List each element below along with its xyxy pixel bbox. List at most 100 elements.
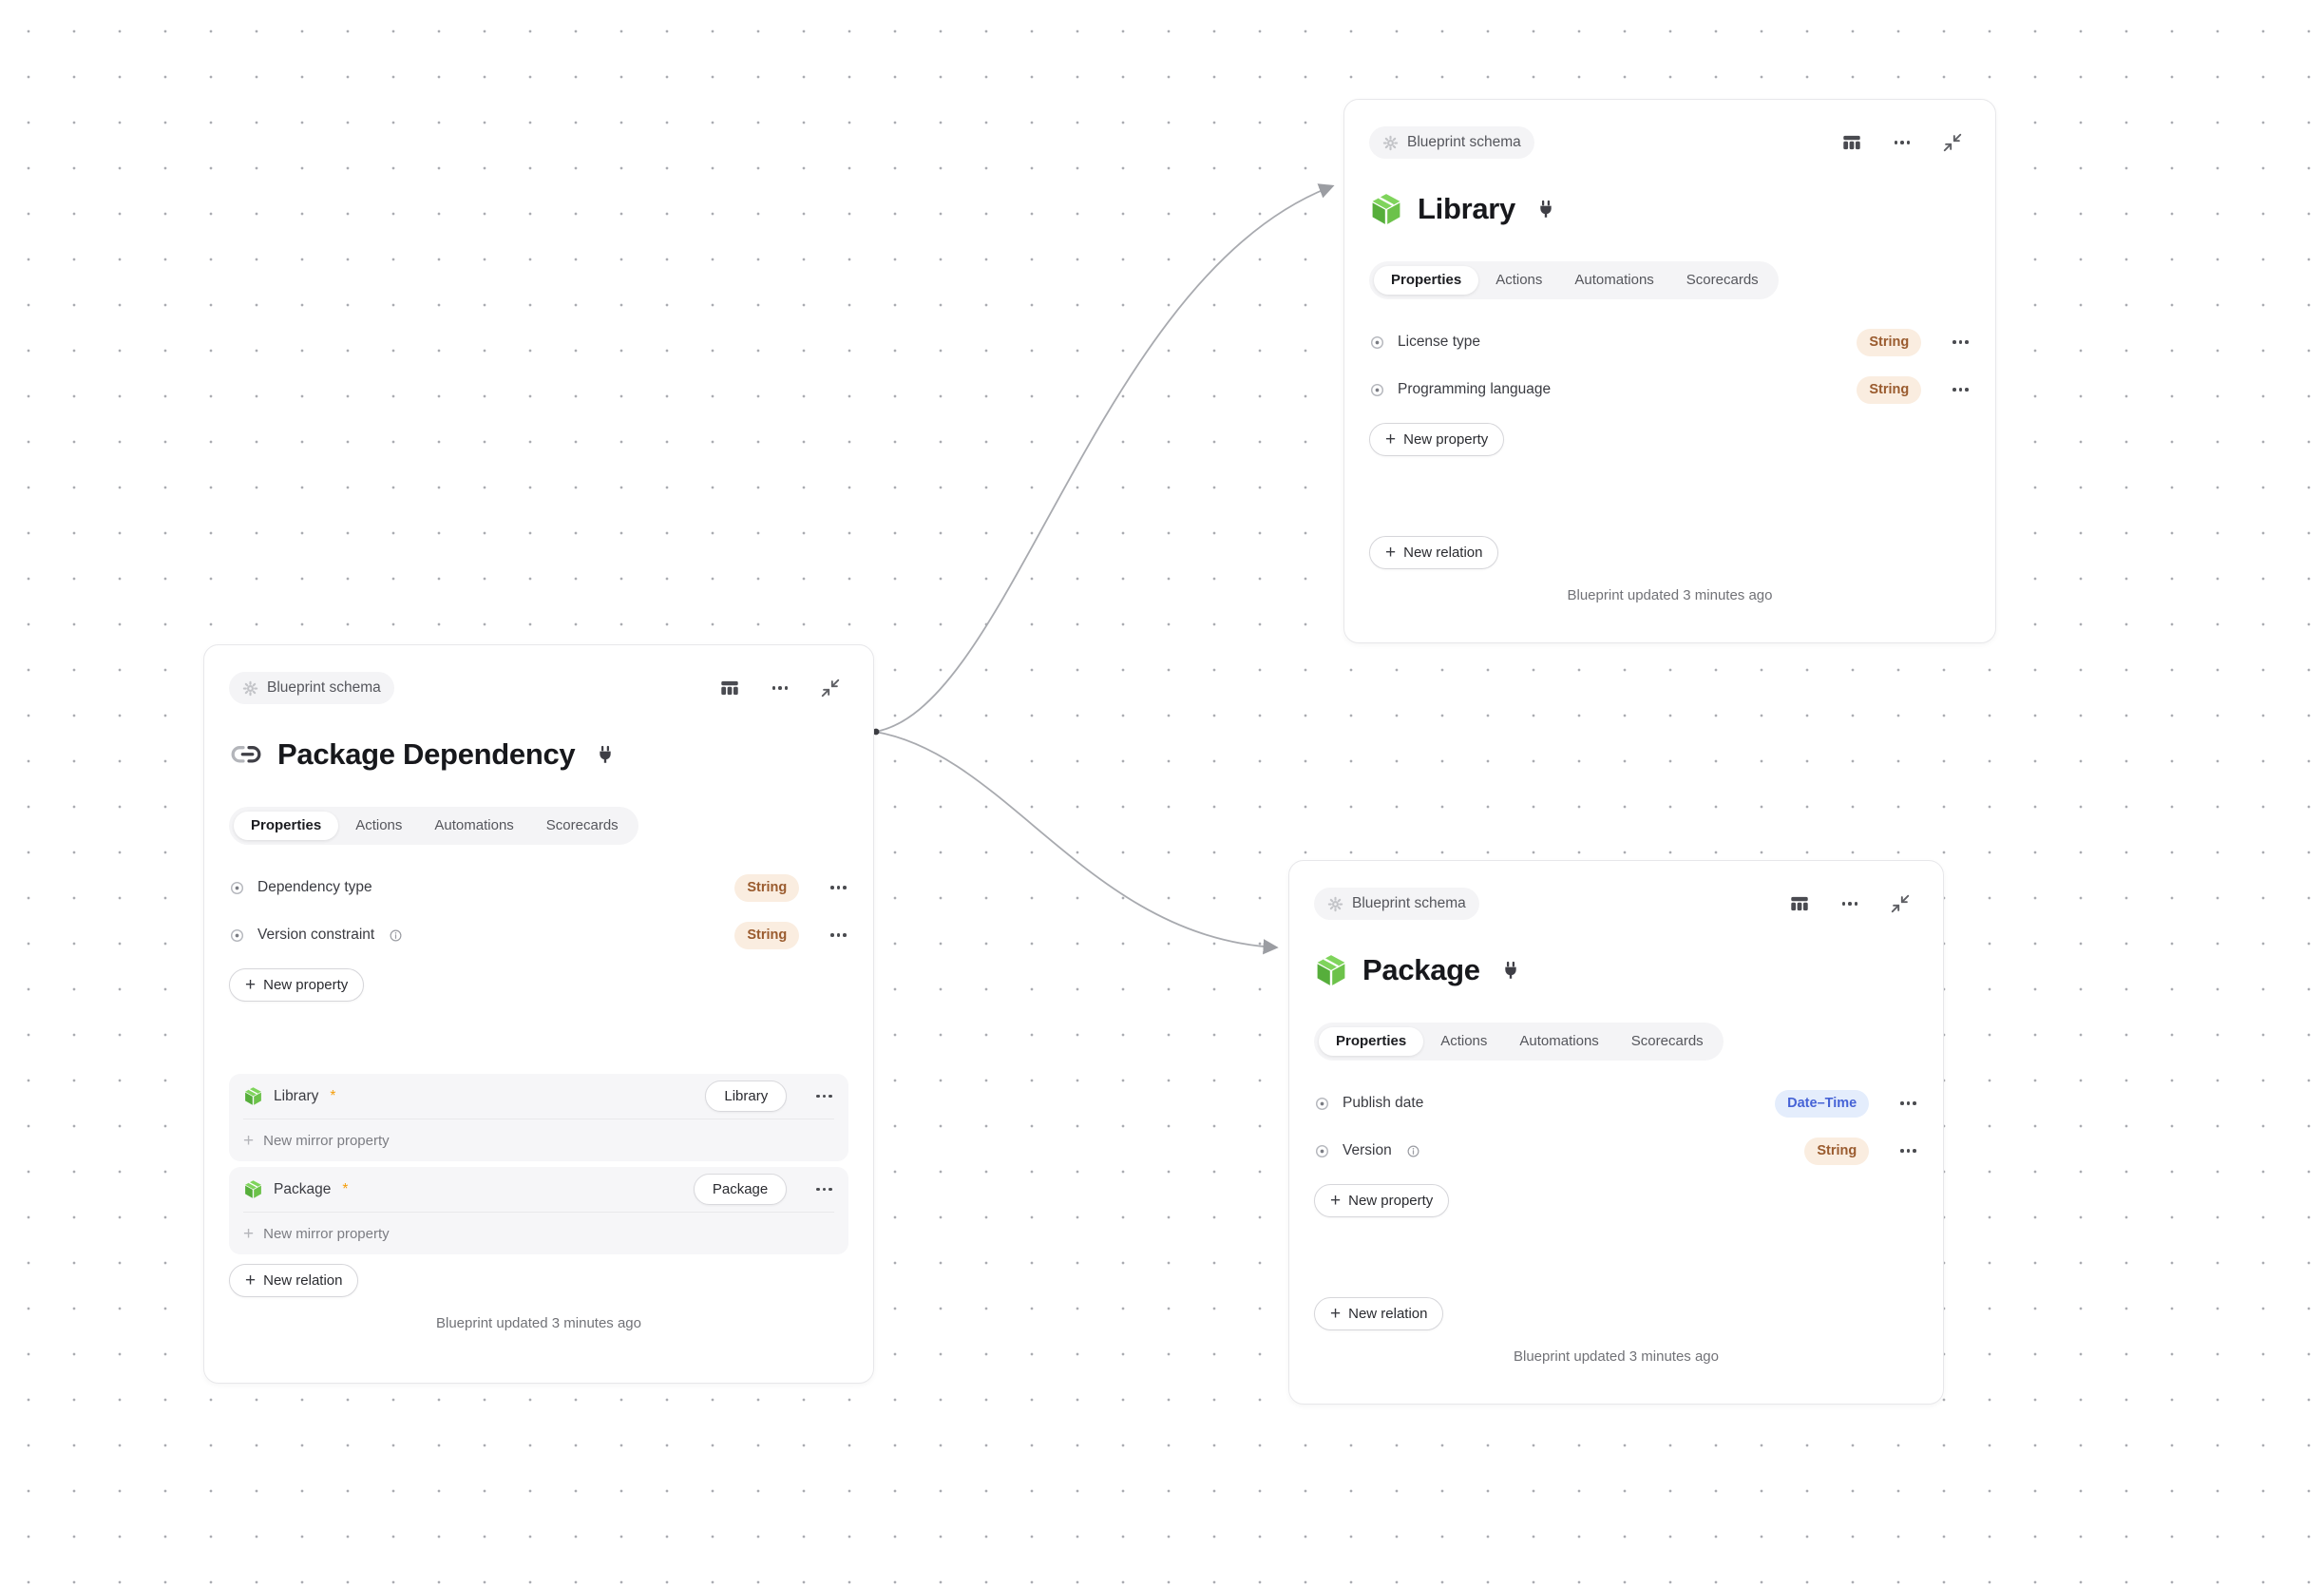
tabs: Properties Actions Automations Scorecard… xyxy=(1369,261,1779,299)
gear-icon xyxy=(1327,896,1343,912)
plus-icon: + xyxy=(243,1225,254,1243)
card-title: Package xyxy=(1362,953,1480,987)
plug-icon[interactable] xyxy=(1535,199,1556,220)
package-icon xyxy=(1314,953,1348,987)
edge-dependency-to-library[interactable] xyxy=(875,186,1332,732)
property-icon xyxy=(1369,382,1385,398)
tab-automations[interactable]: Automations xyxy=(1504,1027,1613,1056)
package-icon xyxy=(243,1086,263,1106)
blueprint-schema-label: Blueprint schema xyxy=(267,679,381,697)
property-row-dependency-type[interactable]: Dependency type String xyxy=(229,864,848,911)
type-badge: Date–Time xyxy=(1775,1090,1869,1118)
plug-icon[interactable] xyxy=(595,744,616,765)
relation-target-button[interactable]: Library xyxy=(705,1080,787,1112)
package-icon xyxy=(1369,192,1403,226)
property-row-version-constraint[interactable]: Version constraint String xyxy=(229,911,848,959)
tab-scorecards[interactable]: Scorecards xyxy=(1616,1027,1719,1056)
card-header: Blueprint schema xyxy=(1314,888,1918,920)
property-icon xyxy=(1314,1096,1330,1112)
tabs: Properties Actions Automations Scorecard… xyxy=(229,807,638,845)
property-row-version[interactable]: Version String xyxy=(1314,1127,1918,1175)
property-menu-icon[interactable] xyxy=(1953,388,1969,392)
gear-icon xyxy=(242,680,258,697)
tab-scorecards[interactable]: Scorecards xyxy=(1671,266,1774,295)
blueprint-card-package[interactable]: Blueprint schema Package Properties Acti… xyxy=(1288,860,1944,1405)
tab-automations[interactable]: Automations xyxy=(419,812,528,840)
property-menu-icon[interactable] xyxy=(1953,340,1969,344)
card-header: Blueprint schema xyxy=(1369,126,1971,159)
property-icon xyxy=(229,927,245,944)
edge-dependency-to-package[interactable] xyxy=(875,732,1276,947)
new-relation-button[interactable]: + New relation xyxy=(1369,536,1498,569)
new-mirror-property-button[interactable]: + New mirror property xyxy=(243,1213,834,1254)
plus-icon: + xyxy=(245,1272,256,1290)
tab-actions[interactable]: Actions xyxy=(340,812,417,840)
property-menu-icon[interactable] xyxy=(830,886,847,889)
plus-icon: + xyxy=(1385,430,1396,449)
property-row-programming-language[interactable]: Programming language String xyxy=(1369,366,1971,413)
new-property-button[interactable]: + New property xyxy=(1369,423,1504,456)
blueprint-updated-text: Blueprint updated 3 minutes ago xyxy=(229,1315,848,1331)
relation-block-package: Package * Package + New mirror property xyxy=(229,1167,848,1254)
package-icon xyxy=(243,1179,263,1199)
tab-properties[interactable]: Properties xyxy=(234,812,338,840)
plus-icon: + xyxy=(245,976,256,994)
plus-icon: + xyxy=(1330,1305,1341,1323)
card-header: Blueprint schema xyxy=(229,672,848,704)
relation-menu-icon[interactable] xyxy=(816,1188,832,1192)
more-menu-icon[interactable] xyxy=(1839,893,1860,914)
new-property-button[interactable]: + New property xyxy=(229,968,364,1002)
plus-icon: + xyxy=(243,1132,254,1150)
property-menu-icon[interactable] xyxy=(1900,1149,1916,1153)
new-property-button[interactable]: + New property xyxy=(1314,1184,1449,1217)
required-star: * xyxy=(330,1088,335,1105)
new-mirror-property-button[interactable]: + New mirror property xyxy=(243,1119,834,1161)
blueprint-card-package-dependency[interactable]: Blueprint schema Package Dependency Prop… xyxy=(203,644,874,1384)
collapse-icon[interactable] xyxy=(1890,893,1911,914)
new-relation-button[interactable]: + New relation xyxy=(229,1264,358,1297)
property-icon xyxy=(1314,1143,1330,1159)
relation-row[interactable]: Package * Package xyxy=(243,1167,834,1212)
collapse-icon[interactable] xyxy=(1942,132,1963,153)
plug-icon[interactable] xyxy=(1500,960,1521,981)
tab-properties[interactable]: Properties xyxy=(1319,1027,1423,1056)
relation-target-button[interactable]: Package xyxy=(694,1174,787,1205)
relation-row[interactable]: Library * Library xyxy=(243,1074,834,1119)
property-icon xyxy=(1369,335,1385,351)
property-row-publish-date[interactable]: Publish date Date–Time xyxy=(1314,1080,1918,1127)
new-relation-button[interactable]: + New relation xyxy=(1314,1297,1443,1330)
required-star: * xyxy=(342,1181,348,1198)
gear-icon xyxy=(1382,135,1399,151)
link-icon xyxy=(229,737,263,772)
tab-properties[interactable]: Properties xyxy=(1374,266,1478,295)
collapse-icon[interactable] xyxy=(820,678,841,698)
tab-actions[interactable]: Actions xyxy=(1425,1027,1502,1056)
relation-block-library: Library * Library + New mirror property xyxy=(229,1074,848,1161)
more-menu-icon[interactable] xyxy=(1892,132,1913,153)
blueprint-updated-text: Blueprint updated 3 minutes ago xyxy=(1369,587,1971,603)
info-icon xyxy=(1406,1144,1420,1158)
property-row-license-type[interactable]: License type String xyxy=(1369,318,1971,366)
plus-icon: + xyxy=(1385,544,1396,562)
blueprint-schema-label: Blueprint schema xyxy=(1352,895,1466,912)
blueprint-schema-badge: Blueprint schema xyxy=(1369,126,1534,159)
table-view-icon[interactable] xyxy=(1841,132,1862,153)
blueprint-schema-label: Blueprint schema xyxy=(1407,134,1521,151)
relation-menu-icon[interactable] xyxy=(816,1095,832,1099)
blueprint-schema-badge: Blueprint schema xyxy=(1314,888,1479,920)
tabs: Properties Actions Automations Scorecard… xyxy=(1314,1023,1724,1061)
more-menu-icon[interactable] xyxy=(770,678,791,698)
tab-actions[interactable]: Actions xyxy=(1480,266,1557,295)
table-view-icon[interactable] xyxy=(719,678,740,698)
type-badge: String xyxy=(1804,1138,1869,1165)
blueprint-updated-text: Blueprint updated 3 minutes ago xyxy=(1314,1348,1918,1365)
property-menu-icon[interactable] xyxy=(830,933,847,937)
blueprint-card-library[interactable]: Blueprint schema Library Properties Acti… xyxy=(1343,99,1996,643)
property-icon xyxy=(229,880,245,896)
tab-scorecards[interactable]: Scorecards xyxy=(531,812,634,840)
property-menu-icon[interactable] xyxy=(1900,1101,1916,1105)
type-badge: String xyxy=(1857,376,1921,404)
type-badge: String xyxy=(734,922,799,949)
table-view-icon[interactable] xyxy=(1789,893,1810,914)
tab-automations[interactable]: Automations xyxy=(1559,266,1668,295)
